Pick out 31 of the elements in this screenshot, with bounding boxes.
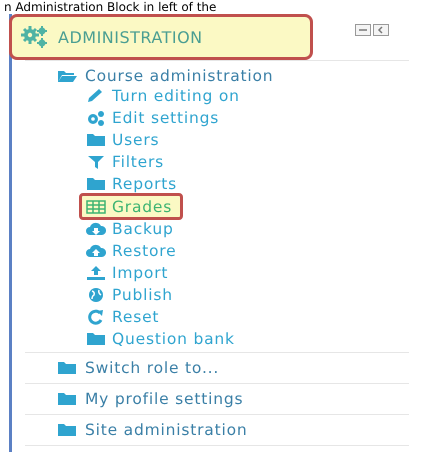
table-icon (86, 198, 106, 214)
cloud-download-icon (86, 221, 106, 237)
caption-text: n Administration Block in left of the (3, 0, 218, 14)
tree-item[interactable]: Filters (79, 151, 176, 173)
tree-item[interactable]: Import (79, 262, 180, 284)
tree-item[interactable]: Reports (79, 173, 188, 195)
tree-item[interactable]: My profile settings (85, 390, 244, 408)
dock-icon[interactable] (373, 24, 389, 36)
tree-item[interactable]: Turn editing on (79, 85, 251, 107)
tree-item[interactable]: Users (79, 129, 170, 151)
tree-item[interactable]: Reset (79, 306, 170, 328)
gears-icon (86, 110, 106, 126)
tree-item[interactable]: Edit settings (79, 107, 230, 129)
cloud-upload-icon (86, 243, 106, 259)
folder-icon (86, 331, 106, 347)
tree-item[interactable]: Switch role to... (85, 359, 220, 377)
tree-item[interactable]: Course administration (85, 67, 274, 85)
minimize-icon[interactable] (355, 24, 371, 36)
tree-item[interactable]: Question bank (79, 328, 246, 350)
tree-item[interactable]: Site administration (85, 421, 248, 439)
filter-icon (86, 154, 106, 170)
upload-icon (86, 265, 106, 281)
tree-item[interactable]: Grades (79, 193, 184, 220)
globe-icon (86, 287, 106, 303)
reset-icon (86, 309, 106, 325)
block-header[interactable]: ADMINISTRATION (9, 14, 313, 60)
folder-icon (86, 132, 106, 148)
tree-item[interactable]: Backup (79, 218, 185, 240)
gears-icon (20, 25, 50, 49)
tree-item[interactable]: Publish (79, 284, 184, 306)
tree-item[interactable]: Restore (79, 240, 188, 262)
